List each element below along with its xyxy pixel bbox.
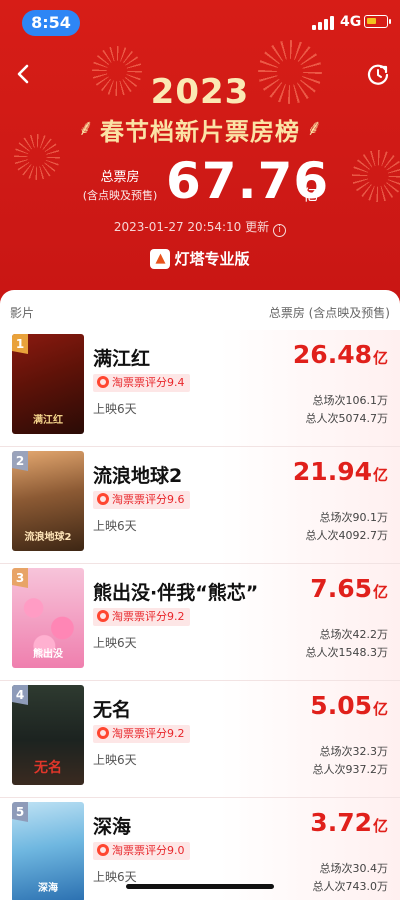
taopiaopiao-icon: [97, 493, 109, 505]
movie-poster: 4 无名: [12, 685, 84, 785]
total-viewers: 总人次5074.7万: [305, 412, 389, 425]
gross-number: 3.72: [310, 808, 372, 837]
firework-decoration: [352, 150, 400, 202]
gross-value: 7.65亿: [310, 574, 388, 603]
total-viewers: 总人次4092.7万: [305, 529, 389, 542]
update-time-text: 2023-01-27 20:54:10 更新: [113, 220, 270, 234]
rank-badge: 4: [12, 685, 28, 705]
movie-row[interactable]: 1 满江红 满江红 淘票票评分9.4 上映6天 26.48亿 总场次106.1万…: [0, 330, 400, 447]
ranking-list-panel: 影片 总票房 (含点映及预售) 1 满江红 满江红 淘票票评分9.4 上映6天 …: [0, 290, 400, 900]
movie-row[interactable]: 3 熊出没 熊出没·伴我“熊芯” 淘票票评分9.2 上映6天 7.65亿 总场次…: [0, 564, 400, 681]
rating-badge: 淘票票评分9.2: [93, 725, 190, 743]
total-sessions: 总场次106.1万: [312, 394, 389, 407]
movie-title: 流浪地球2: [93, 465, 183, 487]
laurel-right-icon: ⸙: [306, 116, 323, 141]
total-sublabel: (含点映及预售): [82, 189, 158, 202]
network-label: 4G: [340, 14, 362, 30]
taopiaopiao-icon: [97, 376, 109, 388]
total-viewers: 总人次743.0万: [312, 880, 389, 893]
total-sessions: 总场次32.3万: [319, 745, 389, 758]
gross-unit: 亿: [372, 583, 388, 601]
rank-badge: 1: [12, 334, 28, 354]
movie-poster: 1 满江红: [12, 334, 84, 434]
gross-value: 26.48亿: [293, 340, 388, 369]
rank-badge: 3: [12, 568, 28, 588]
laurel-left-icon: ⸙: [77, 116, 94, 141]
rating-text: 淘票票评分9.0: [112, 844, 185, 857]
movie-title: 满江红: [93, 348, 151, 370]
list-header: 影片 总票房 (含点映及预售): [0, 290, 400, 330]
header-banner: 8:54 4G 2023 ⸙ 春节档新片票房榜 ⸙ 总票房 (含点映及预售) 67.…: [0, 0, 400, 300]
taopiaopiao-icon: [97, 610, 109, 622]
brand: ▲ 灯塔专业版: [0, 248, 400, 269]
rating-badge: 淘票票评分9.0: [93, 842, 190, 860]
total-sessions: 总场次90.1万: [319, 511, 389, 524]
movie-title: 熊出没·伴我“熊芯”: [93, 582, 259, 604]
rating-badge: 淘票票评分9.6: [93, 491, 190, 509]
gross-unit: 亿: [372, 817, 388, 835]
poster-title: 深海: [38, 883, 58, 894]
taopiaopiao-icon: [97, 727, 109, 739]
signal-icon: [312, 16, 334, 30]
gross-unit: 亿: [372, 466, 388, 484]
movie-title: 深海: [93, 816, 132, 838]
total-box-office-label: 总票房 (含点映及预售): [78, 166, 162, 203]
rating-text: 淘票票评分9.2: [112, 610, 185, 623]
gross-number: 26.48: [292, 340, 372, 369]
movie-row[interactable]: 2 流浪地球2 流浪地球2 淘票票评分9.6 上映6天 21.94亿 总场次90…: [0, 447, 400, 564]
page-title-row: ⸙ 春节档新片票房榜 ⸙: [0, 112, 400, 146]
column-header-film: 影片: [10, 306, 35, 320]
gross-value: 5.05亿: [310, 691, 388, 720]
gross-number: 21.94: [292, 457, 372, 486]
total-sessions: 总场次30.4万: [319, 862, 389, 875]
battery-icon: [364, 15, 391, 28]
total-viewers: 总人次937.2万: [312, 763, 389, 776]
movie-title: 无名: [93, 699, 132, 721]
rank-badge: 2: [12, 451, 28, 471]
rating-badge: 淘票票评分9.2: [93, 608, 190, 626]
status-time: 8:54: [22, 10, 80, 36]
year-title: 2023: [150, 72, 250, 112]
movie-poster: 3 熊出没: [12, 568, 84, 668]
release-days: 上映6天: [93, 753, 137, 767]
total-box-office-unit: 亿: [303, 186, 319, 204]
column-header-gross: 总票房 (含点映及预售): [268, 306, 390, 320]
release-days: 上映6天: [93, 519, 137, 533]
status-bar: 8:54 4G: [0, 0, 400, 44]
gross-unit: 亿: [372, 349, 388, 367]
gross-value: 21.94亿: [293, 457, 388, 486]
taopiaopiao-icon: [97, 844, 109, 856]
gross-number: 7.65: [310, 574, 372, 603]
home-indicator[interactable]: [126, 884, 274, 889]
release-days: 上映6天: [93, 870, 137, 884]
poster-title: 满江红: [33, 415, 63, 426]
gross-value: 3.72亿: [310, 808, 388, 837]
brand-logo-icon: ▲: [150, 248, 171, 269]
gross-number: 5.05: [310, 691, 372, 720]
rating-text: 淘票票评分9.6: [112, 493, 185, 506]
page-title: 春节档新片票房榜: [100, 118, 300, 146]
movie-poster: 5 深海: [12, 802, 84, 900]
poster-title: 熊出没: [33, 649, 63, 660]
poster-title: 无名: [34, 760, 62, 776]
rating-badge: 淘票票评分9.4: [93, 374, 190, 392]
gross-unit: 亿: [372, 700, 388, 718]
total-sessions: 总场次42.2万: [319, 628, 389, 641]
rating-text: 淘票票评分9.4: [112, 376, 185, 389]
brand-name: 灯塔专业版: [174, 250, 250, 268]
total-viewers: 总人次1548.3万: [305, 646, 389, 659]
movie-row[interactable]: 4 无名 无名 淘票票评分9.2 上映6天 5.05亿 总场次32.3万 总人次…: [0, 681, 400, 798]
poster-title: 流浪地球2: [24, 532, 72, 543]
total-label: 总票房: [100, 170, 140, 185]
release-days: 上映6天: [93, 402, 137, 416]
rating-text: 淘票票评分9.2: [112, 727, 185, 740]
update-time: 2023-01-27 20:54:10 更新 i: [0, 218, 400, 237]
rank-badge: 5: [12, 802, 28, 822]
info-icon[interactable]: i: [273, 224, 287, 237]
release-days: 上映6天: [93, 636, 137, 650]
movie-poster: 2 流浪地球2: [12, 451, 84, 551]
